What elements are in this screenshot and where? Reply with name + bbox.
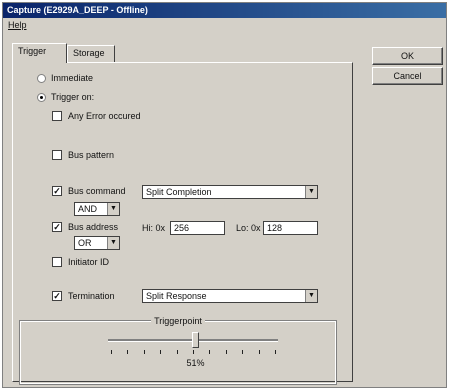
- bus-command-operator: AND: [78, 204, 98, 214]
- title-bar: Capture (E2929A_DEEP - Offline): [3, 3, 446, 18]
- bus-address-operator-select[interactable]: OR ▼: [74, 236, 120, 250]
- lo-address-input[interactable]: 128: [263, 221, 318, 235]
- bus-command-checkbox[interactable]: ✓: [52, 186, 62, 196]
- initiator-id-label: Initiator ID: [68, 257, 110, 267]
- slider-tick: [258, 350, 260, 354]
- any-error-label: Any Error occured: [68, 111, 141, 121]
- bus-address-checkbox[interactable]: ✓: [52, 222, 62, 232]
- immediate-radio[interactable]: [37, 73, 46, 83]
- any-error-option[interactable]: Any Error occured: [52, 111, 141, 121]
- immediate-label: Immediate: [51, 73, 94, 83]
- trigger-on-option[interactable]: Trigger on:: [37, 92, 94, 102]
- cancel-button[interactable]: Cancel: [372, 67, 443, 85]
- menu-bar: Help: [3, 19, 446, 32]
- bus-command-operator-select[interactable]: AND ▼: [74, 202, 120, 216]
- slider-tick: [225, 350, 227, 354]
- slider-tick: [143, 350, 145, 354]
- slider-tick: [160, 350, 162, 354]
- chevron-down-icon[interactable]: ▼: [305, 290, 317, 302]
- chevron-down-icon[interactable]: ▼: [305, 186, 317, 198]
- trigger-on-radio[interactable]: [37, 92, 46, 102]
- slider-tick: [275, 350, 276, 354]
- triggerpoint-value: 51%: [186, 358, 205, 368]
- slider-tick: [209, 350, 211, 354]
- triggerpoint-title: Triggerpoint: [151, 316, 205, 326]
- tab-storage[interactable]: Storage: [67, 45, 115, 62]
- slider-tick: [193, 350, 194, 354]
- bus-address-label: Bus address: [68, 222, 119, 232]
- trigger-on-label: Trigger on:: [51, 92, 95, 102]
- initiator-id-option[interactable]: Initiator ID: [52, 257, 109, 267]
- termination-label: Termination: [68, 291, 115, 301]
- bus-pattern-option[interactable]: Bus pattern: [52, 150, 114, 160]
- menu-help[interactable]: Help: [8, 20, 27, 30]
- bus-address-operator: OR: [78, 238, 92, 248]
- triggerpoint-slider-thumb[interactable]: [191, 332, 199, 348]
- termination-option[interactable]: ✓ Termination: [52, 291, 115, 301]
- window-title: Capture (E2929A_DEEP - Offline): [7, 5, 148, 15]
- bus-address-option[interactable]: ✓ Bus address: [52, 222, 118, 232]
- triggerpoint-group: Triggerpoint: [19, 316, 337, 385]
- initiator-id-checkbox[interactable]: [52, 257, 62, 267]
- chevron-down-icon[interactable]: ▼: [107, 203, 119, 215]
- slider-tick: [176, 350, 178, 354]
- immediate-option[interactable]: Immediate: [37, 73, 93, 83]
- termination-value: Split Response: [146, 291, 207, 301]
- hi-address-input[interactable]: 256: [170, 221, 225, 235]
- any-error-checkbox[interactable]: [52, 111, 62, 121]
- bus-pattern-checkbox[interactable]: [52, 150, 62, 160]
- bus-command-label: Bus command: [68, 186, 126, 196]
- termination-checkbox[interactable]: ✓: [52, 291, 62, 301]
- lo-label: Lo: 0x: [236, 223, 261, 233]
- slider-tick: [127, 350, 129, 354]
- bus-command-value: Split Completion: [146, 187, 212, 197]
- slider-tick: [242, 350, 244, 354]
- bus-command-select[interactable]: Split Completion ▼: [142, 185, 318, 199]
- bus-command-option[interactable]: ✓ Bus command: [52, 186, 126, 196]
- chevron-down-icon[interactable]: ▼: [107, 237, 119, 249]
- ok-button[interactable]: OK: [372, 47, 443, 65]
- tab-trigger[interactable]: Trigger: [12, 43, 67, 63]
- slider-tick: [111, 350, 112, 354]
- termination-select[interactable]: Split Response ▼: [142, 289, 318, 303]
- bus-pattern-label: Bus pattern: [68, 150, 115, 160]
- hi-label: Hi: 0x: [142, 223, 166, 233]
